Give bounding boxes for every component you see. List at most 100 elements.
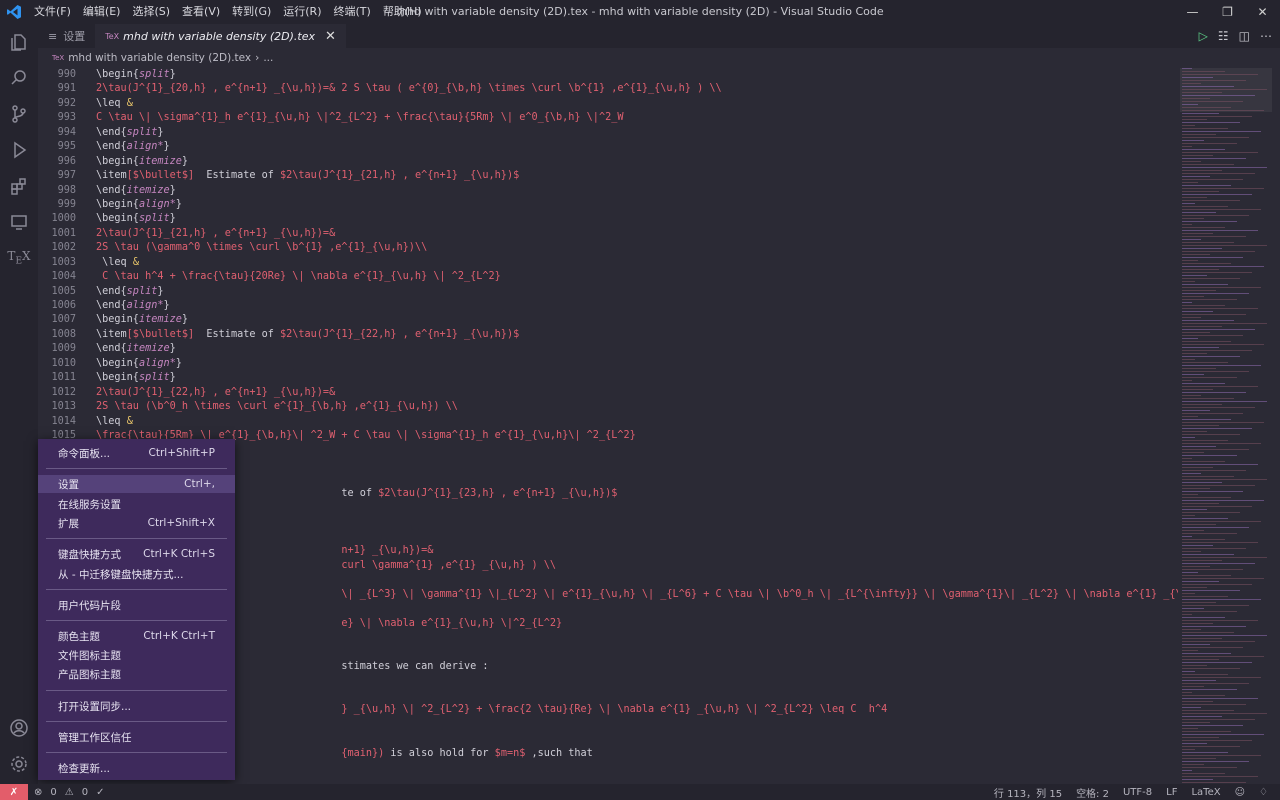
code-text[interactable]: C \tau h^4 + \frac{\tau}{20Re} \| \nabla… — [96, 270, 501, 284]
warning-icon[interactable]: ⚠ — [65, 787, 74, 798]
code-text[interactable]: 2\tau(J^{1}_{20,h} , e^{n+1} _{\u,h})=& … — [96, 82, 722, 96]
menu-help[interactable]: 帮助(H) — [377, 0, 428, 24]
code-text[interactable]: C \tau \| \sigma^{1}_h e^{1}_{\u,h} \|^2… — [96, 111, 623, 125]
code-text[interactable]: \leq & — [96, 97, 133, 111]
split-editor-icon[interactable]: ◫ — [1239, 29, 1250, 43]
code-line[interactable]: 1011 \begin{split} — [38, 371, 1178, 385]
cursor-position[interactable]: 行 113，列 15 — [994, 785, 1062, 800]
run-debug-icon[interactable] — [0, 132, 38, 168]
check-icon[interactable]: ✓ — [96, 787, 104, 798]
menu-go[interactable]: 转到(G) — [226, 0, 277, 24]
more-actions-icon[interactable]: ⋯ — [1260, 29, 1272, 43]
language-mode[interactable]: LaTeX — [1191, 787, 1220, 798]
code-text[interactable]: \end{itemize} — [96, 184, 176, 198]
code-line[interactable]: 991 2\tau(J^{1}_{20,h} , e^{n+1} _{\u,h})… — [38, 82, 1178, 96]
code-line[interactable]: 1013 2S \tau (\b^0_h \times \curl e^{1}_{… — [38, 400, 1178, 414]
errors-icon[interactable]: ⊗ — [34, 787, 42, 798]
error-count[interactable]: 0 — [50, 787, 56, 798]
menu-file[interactable]: 文件(F) — [28, 0, 77, 24]
code-text[interactable]: 2S \tau (\gamma^0 \times \curl \b^{1} ,e… — [96, 241, 427, 255]
accounts-icon[interactable] — [0, 710, 38, 746]
code-line[interactable]: 1001 2\tau(J^{1}_{21,h} , e^{n+1} _{\u,h}… — [38, 227, 1178, 241]
tab-tex-file[interactable]: TeX mhd with variable density (2D).tex ✕ — [95, 24, 346, 48]
code-text[interactable]: \begin{split} — [96, 371, 176, 385]
code-text[interactable]: \end{align*} — [96, 140, 170, 154]
code-line[interactable]: 992 \leq & — [38, 97, 1178, 111]
code-line[interactable]: 996 \begin{itemize} — [38, 155, 1178, 169]
code-text[interactable]: \leq & — [96, 415, 133, 429]
remote-indicator-icon[interactable]: ✗ — [0, 784, 28, 800]
remote-explorer-icon[interactable] — [0, 204, 38, 240]
menu-item-keyboard-shortcuts[interactable]: 键盘快捷方式 Ctrl+K Ctrl+S — [38, 545, 235, 563]
run-icon[interactable]: ▷ — [1199, 29, 1208, 43]
code-text[interactable]: 2S \tau (\b^0_h \times \curl e^{1}_{\b,h… — [96, 400, 458, 414]
code-line[interactable]: 1008 \item[$\bullet$] Estimate of $2\tau(… — [38, 328, 1178, 342]
code-line[interactable]: 995 \end{align*} — [38, 140, 1178, 154]
code-text[interactable]: \end{itemize} — [96, 342, 176, 356]
menu-item-check-for-updates[interactable]: 检查更新... — [38, 759, 235, 777]
menu-view[interactable]: 查看(V) — [176, 0, 226, 24]
code-line[interactable]: 1000 \begin{split} — [38, 212, 1178, 226]
tab-settings[interactable]: ≡ 设置 — [38, 24, 95, 48]
code-line[interactable]: 1004 C \tau h^4 + \frac{\tau}{20Re} \| \… — [38, 270, 1178, 284]
code-text[interactable]: 2\tau(J^{1}_{21,h} , e^{n+1} _{\u,h})=& — [96, 227, 335, 241]
menu-item-turn-on-settings-sync[interactable]: 打开设置同步... — [38, 697, 235, 715]
menu-selection[interactable]: 选择(S) — [126, 0, 176, 24]
code-text[interactable]: \begin{itemize} — [96, 155, 188, 169]
feedback-icon[interactable]: ☺ — [1235, 787, 1245, 798]
open-preview-icon[interactable]: ☷ — [1218, 29, 1229, 43]
code-text[interactable]: \begin{split} — [96, 68, 176, 82]
code-line[interactable]: 1007 \begin{itemize} — [38, 313, 1178, 327]
code-line[interactable]: 1014 \leq & — [38, 415, 1178, 429]
code-line[interactable]: 993 C \tau \| \sigma^{1}_h e^{1}_{\u,h} \… — [38, 111, 1178, 125]
encoding[interactable]: UTF-8 — [1123, 787, 1152, 798]
code-text[interactable]: \leq & — [96, 256, 139, 270]
code-text[interactable]: \begin{align*} — [96, 198, 182, 212]
code-line[interactable]: 999 \begin{align*} — [38, 198, 1178, 212]
menu-item-user-snippets[interactable]: 用户代码片段 — [38, 596, 235, 614]
indentation[interactable]: 空格: 2 — [1076, 785, 1109, 800]
code-line[interactable]: 1010 \begin{align*} — [38, 357, 1178, 371]
menu-item-online-services-settings[interactable]: 在线服务设置 — [38, 495, 235, 513]
breadcrumb-more[interactable]: ... — [263, 52, 273, 64]
code-text[interactable]: \end{split} — [96, 285, 163, 299]
minimize-icon[interactable]: — — [1175, 0, 1210, 24]
restore-icon[interactable]: ❐ — [1210, 0, 1245, 24]
breadcrumb-file[interactable]: mhd with variable density (2D).tex — [68, 52, 251, 64]
menu-run[interactable]: 运行(R) — [277, 0, 327, 24]
code-text[interactable]: \item[$\bullet$] Estimate of $2\tau(J^{1… — [96, 169, 519, 183]
close-tab-icon[interactable]: ✕ — [325, 29, 336, 44]
code-text[interactable]: \end{align*} — [96, 299, 170, 313]
minimap[interactable] — [1180, 68, 1272, 784]
code-text[interactable]: \item[$\bullet$] Estimate of $2\tau(J^{1… — [96, 328, 519, 342]
code-text[interactable]: \begin{split} — [96, 212, 176, 226]
warning-count[interactable]: 0 — [82, 787, 88, 798]
end-of-line[interactable]: LF — [1166, 787, 1177, 798]
code-line[interactable]: 1009 \end{itemize} — [38, 342, 1178, 356]
menu-terminal[interactable]: 终端(T) — [328, 0, 377, 24]
code-line[interactable]: 1005 \end{split} — [38, 285, 1178, 299]
source-control-icon[interactable] — [0, 96, 38, 132]
code-text[interactable]: \begin{align*} — [96, 357, 182, 371]
code-line[interactable]: 1003 \leq & — [38, 256, 1178, 270]
notifications-bell-icon[interactable]: ♢ — [1259, 787, 1268, 798]
manage-gear-icon[interactable] — [0, 746, 38, 782]
code-text[interactable]: \begin{itemize} — [96, 313, 188, 327]
code-line[interactable]: 1006 \end{align*} — [38, 299, 1178, 313]
menu-edit[interactable]: 编辑(E) — [77, 0, 127, 24]
code-line[interactable]: 1012 2\tau(J^{1}_{22,h} , e^{n+1} _{\u,h}… — [38, 386, 1178, 400]
search-icon[interactable] — [0, 60, 38, 96]
code-line[interactable]: 990 \begin{split} — [38, 68, 1178, 82]
menu-item-product-icon-theme[interactable]: 产品图标主题 — [38, 665, 235, 683]
menu-item-migrate-keyboard-shortcuts[interactable]: 从 - 中迁移键盘快捷方式... — [38, 565, 235, 583]
extensions-icon[interactable] — [0, 168, 38, 204]
close-window-icon[interactable]: ✕ — [1245, 0, 1280, 24]
menu-item-command-palette[interactable]: 命令面板... Ctrl+Shift+P — [38, 444, 235, 462]
explorer-icon[interactable] — [0, 24, 38, 60]
tex-icon[interactable]: TEX — [0, 240, 38, 276]
code-line[interactable]: 994 \end{split} — [38, 126, 1178, 140]
code-text[interactable]: 2\tau(J^{1}_{22,h} , e^{n+1} _{\u,h})=& — [96, 386, 335, 400]
code-line[interactable]: 1002 2S \tau (\gamma^0 \times \curl \b^{1… — [38, 241, 1178, 255]
menu-item-extensions[interactable]: 扩展 Ctrl+Shift+X — [38, 514, 235, 532]
code-line[interactable]: 997 \item[$\bullet$] Estimate of $2\tau(J… — [38, 169, 1178, 183]
